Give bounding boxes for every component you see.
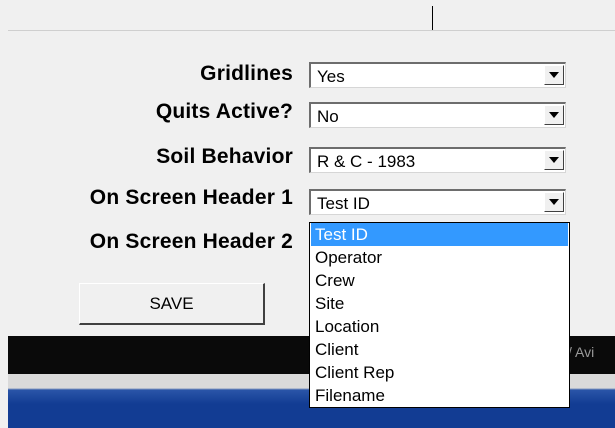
header1-label: On Screen Header 1 — [89, 186, 293, 209]
quits-active-select[interactable]: No — [309, 102, 566, 128]
header1-dropdown-list[interactable]: Test ID Operator Crew Site Location Clie… — [309, 222, 570, 408]
dropdown-option-crew[interactable]: Crew — [311, 269, 568, 292]
top-strip — [0, 0, 615, 31]
background-text: / Avi — [568, 344, 595, 360]
save-button[interactable]: SAVE — [79, 283, 265, 325]
dropdown-option-location[interactable]: Location — [311, 315, 568, 338]
divider-line — [8, 30, 615, 31]
soil-behavior-value: R & C - 1983 — [317, 152, 416, 171]
column-divider — [432, 6, 433, 30]
soil-behavior-label: Soil Behavior — [156, 145, 293, 168]
chevron-down-icon[interactable] — [544, 65, 564, 85]
dropdown-option-client[interactable]: Client — [311, 338, 568, 361]
dropdown-option-filename[interactable]: Filename — [311, 384, 568, 407]
chevron-down-icon[interactable] — [544, 105, 564, 125]
chevron-down-icon[interactable] — [544, 192, 564, 212]
gridlines-value: Yes — [317, 67, 345, 86]
dropdown-option-client-rep[interactable]: Client Rep — [311, 361, 568, 384]
dropdown-option-site[interactable]: Site — [311, 292, 568, 315]
header1-value: Test ID — [317, 194, 370, 213]
quits-active-value: No — [317, 107, 339, 126]
dropdown-option-test-id[interactable]: Test ID — [311, 223, 568, 246]
header1-select[interactable]: Test ID — [309, 189, 566, 215]
chevron-down-icon[interactable] — [544, 150, 564, 170]
dropdown-option-operator[interactable]: Operator — [311, 246, 568, 269]
gridlines-select[interactable]: Yes — [309, 62, 566, 88]
header2-label: On Screen Header 2 — [89, 230, 293, 253]
gridlines-label: Gridlines — [200, 62, 293, 85]
soil-behavior-select[interactable]: R & C - 1983 — [309, 147, 566, 173]
quits-active-label: Quits Active? — [155, 100, 293, 123]
